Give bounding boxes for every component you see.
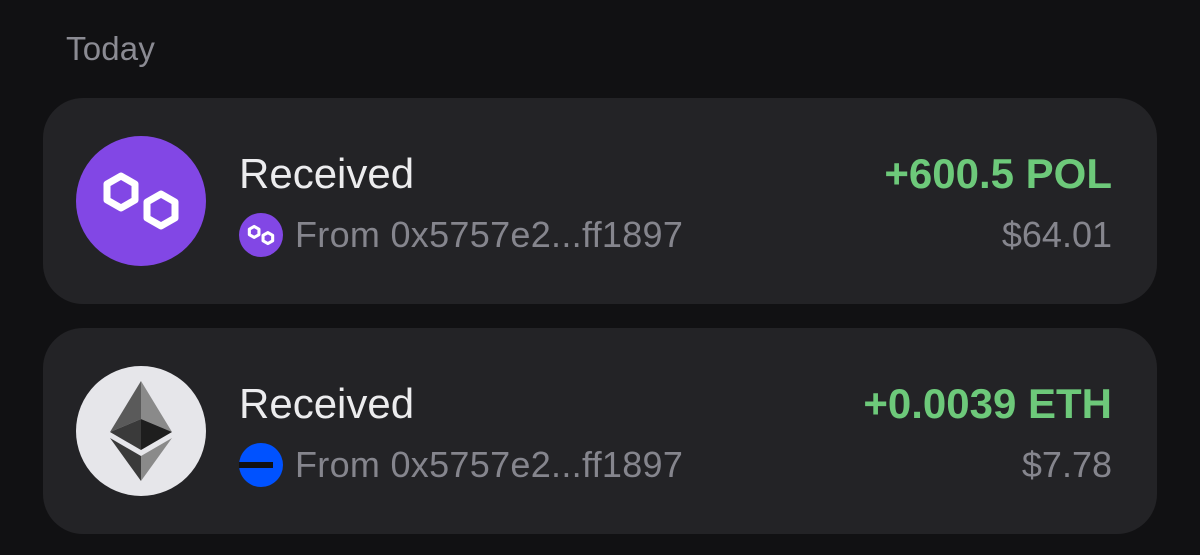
transaction-history-page: Today Received From 0x5757e2...ff1897 +6… [0,0,1200,555]
transaction-title: Received [239,150,415,197]
transaction-card[interactable]: Received From 0x5757e2...ff1897 +600.5 P… [43,98,1157,304]
base-chain-icon [239,443,283,487]
fiat-value: $7.78 [1021,444,1112,485]
polygon-icon [76,136,206,266]
token-amount: +0.0039 ETH [863,380,1112,427]
sender-address: From 0x5757e2...ff1897 [295,214,684,255]
section-header-today: Today [66,30,156,67]
sender-address: From 0x5757e2...ff1897 [295,444,684,485]
fiat-value: $64.01 [1001,214,1112,255]
polygon-chain-icon [239,213,283,257]
sender-row: From 0x5757e2...ff1897 [239,442,683,488]
transaction-card[interactable]: Received From 0x5757e2...ff1897 +0.0039 … [43,328,1157,534]
token-amount: +600.5 POL [884,150,1112,197]
transaction-title: Received [239,380,415,427]
ethereum-icon [76,366,206,496]
sender-row: From 0x5757e2...ff1897 [239,212,683,258]
